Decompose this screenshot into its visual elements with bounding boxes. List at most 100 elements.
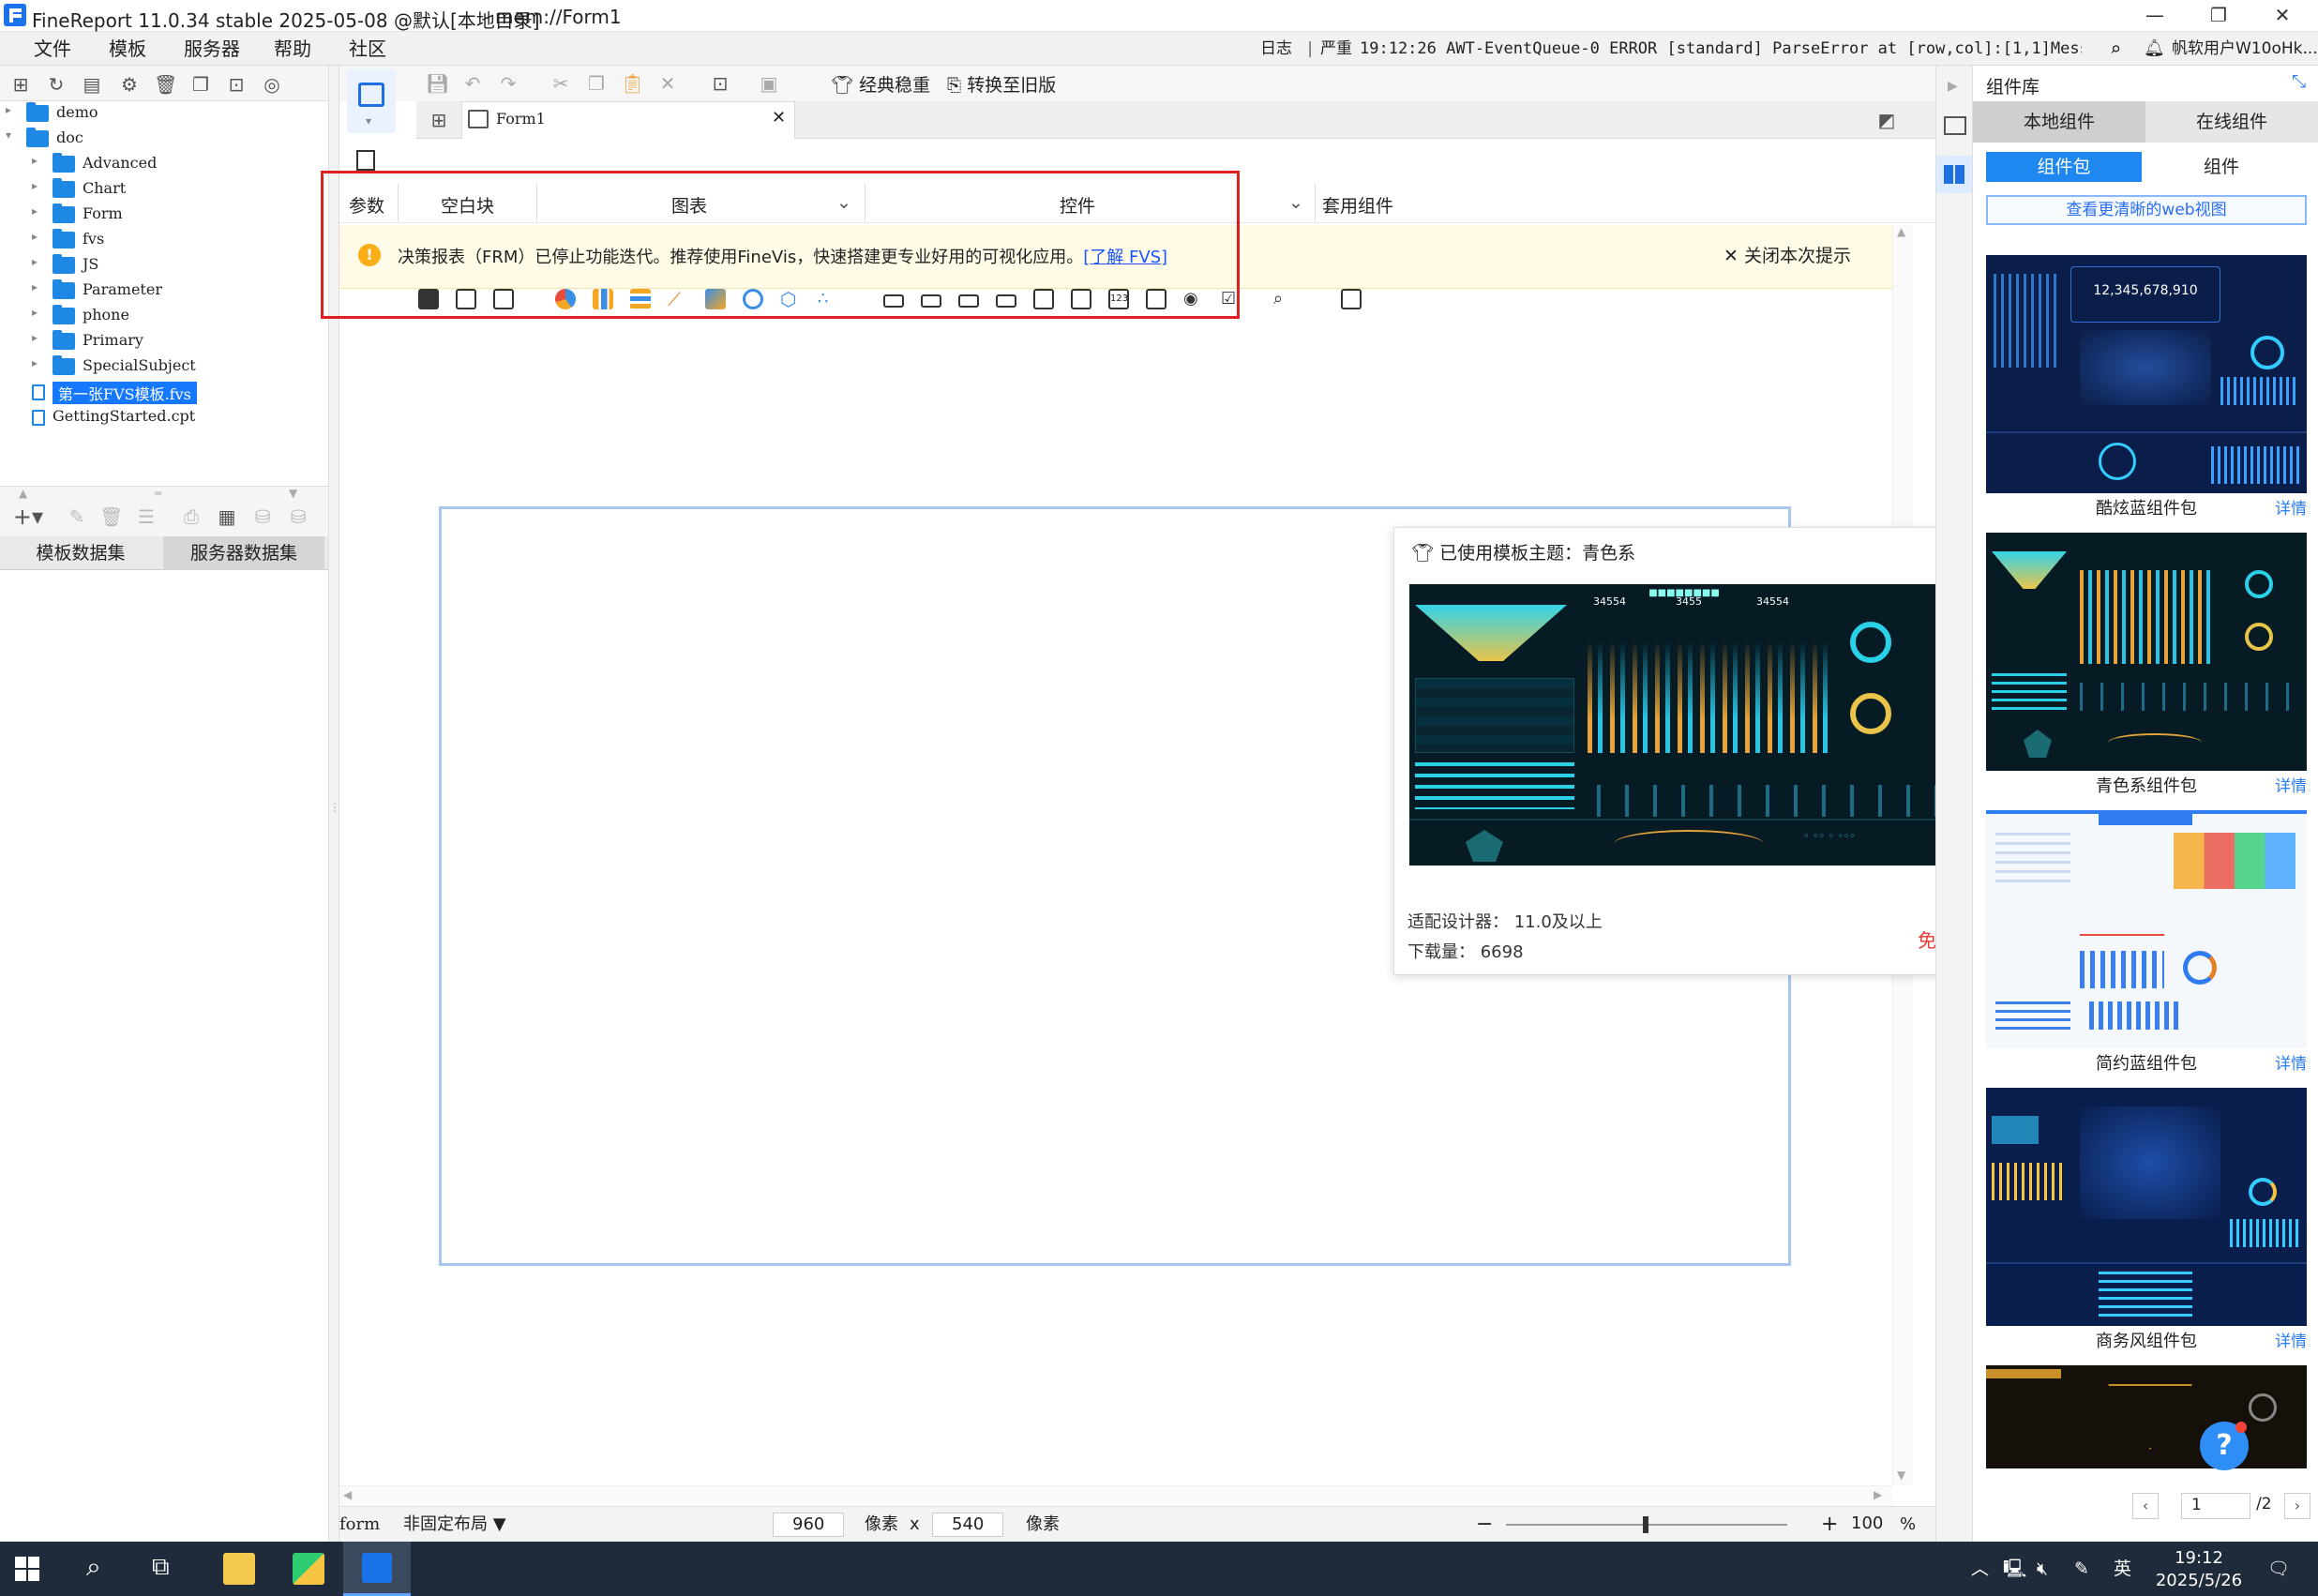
copy-tool-icon[interactable]: ❐ xyxy=(585,72,608,95)
convert-old-button[interactable]: ⎘ 转换至旧版 xyxy=(947,71,1056,97)
volume-icon[interactable]: 🔇︎ xyxy=(2037,1542,2048,1596)
tree-folder-item[interactable]: ▸ demo xyxy=(0,101,328,127)
widget-expand-icon[interactable]: ⌄ xyxy=(1288,192,1303,213)
classic-theme-button[interactable]: 👕︎ 经典稳重 xyxy=(831,71,930,97)
tab-form1[interactable]: Form1 ✕ xyxy=(461,101,795,139)
tab-menu-icon[interactable]: ◩ xyxy=(1875,109,1898,131)
menu-help[interactable]: 帮助 xyxy=(274,32,311,66)
package-thumb-gold[interactable] xyxy=(1986,1365,2307,1468)
chevron-right-icon[interactable]: ▸ xyxy=(32,154,45,167)
edit-dataset-icon[interactable]: ✎ xyxy=(66,505,88,528)
search-taskbar-icon[interactable]: ⌕ xyxy=(86,1551,101,1583)
chevron-right-icon[interactable]: ▸ xyxy=(32,280,45,294)
next-page-icon[interactable]: › xyxy=(2284,1493,2310,1519)
expand-right-icon[interactable]: ▶ xyxy=(1948,79,1958,94)
chevron-right-icon[interactable]: ▸ xyxy=(32,230,45,243)
db-connect-icon[interactable]: ⛁ xyxy=(251,505,274,528)
user-account[interactable]: 帆软用户W10oHk... xyxy=(2172,32,2318,66)
log-message[interactable]: 19:12:26 AWT-EventQueue-0 ERROR [standar… xyxy=(1360,32,2082,66)
scroll-down-icon[interactable]: ▼ xyxy=(1897,1468,1905,1482)
subtab-components[interactable]: 组件 xyxy=(2144,152,2299,182)
layout-select[interactable]: 非固定布局 ▼ xyxy=(403,1507,506,1543)
chevron-down-icon[interactable]: ▾ xyxy=(6,128,19,142)
form-layout-icon[interactable]: ▾ xyxy=(347,69,396,133)
tree-folder-item[interactable]: ▸ Primary xyxy=(0,329,328,354)
tree-folder-item[interactable]: ▸ Form xyxy=(0,203,328,228)
chevron-right-icon[interactable]: ▸ xyxy=(32,204,45,218)
locate-icon[interactable]: ◎ xyxy=(261,73,283,96)
page-input[interactable]: 1 xyxy=(2181,1493,2250,1519)
scroll-right-icon[interactable]: ▶ xyxy=(1874,1488,1882,1501)
component-library-tab[interactable] xyxy=(1936,156,1972,193)
theme-preview-image[interactable]: ■■■■■■■■ 34554 3455 34554 ◦ ◦◦ ◦ ◦◦◦ xyxy=(1409,584,1959,866)
preview-dataset-icon[interactable]: ⎙ xyxy=(180,505,203,528)
network-icon[interactable]: 🖳︎ xyxy=(2003,1542,2026,1596)
close-tab-icon[interactable]: ✕ xyxy=(772,108,786,128)
close-notice-button[interactable]: ✕ 关闭本次提示 xyxy=(1723,242,1851,267)
open-template-icon[interactable]: ▤ xyxy=(81,73,103,96)
dataset-param-icon[interactable]: ▦ xyxy=(216,505,238,528)
tab-online-components[interactable]: 在线组件 xyxy=(2145,101,2318,143)
database-icon[interactable]: ☰ xyxy=(135,505,158,528)
package-detail-cool-blue[interactable]: 详情 xyxy=(2275,495,2307,519)
param-widget-icon[interactable] xyxy=(356,150,375,171)
zoom-slider-thumb[interactable] xyxy=(1643,1516,1648,1533)
tree-folder-item[interactable]: ▸ SpecialSubject xyxy=(0,354,328,380)
pin-icon[interactable]: ⤡ xyxy=(2292,71,2306,92)
restore-icon[interactable]: ❐ xyxy=(2189,0,2249,32)
copy-icon[interactable]: ❐ xyxy=(189,73,212,96)
preview-tool-icon[interactable]: ▣ xyxy=(758,72,780,95)
prev-page-icon[interactable]: ‹ xyxy=(2132,1493,2159,1519)
close-window-icon[interactable]: ✕ xyxy=(2252,0,2312,32)
height-input[interactable]: 540 xyxy=(932,1513,1003,1537)
tray-expand-icon[interactable]: ︿ xyxy=(1971,1542,1989,1596)
save-icon[interactable]: 💾︎ xyxy=(426,72,449,95)
tree-file-item[interactable]: 第一张FVS模板.fvs xyxy=(0,380,328,405)
scroll-up-icon[interactable]: ▲ xyxy=(1897,225,1905,238)
zoom-input[interactable]: 100 xyxy=(1844,1513,1894,1537)
notification-center-icon[interactable]: 🗨︎ xyxy=(2267,1542,2290,1596)
undo-icon[interactable]: ↶ xyxy=(461,72,484,95)
chevron-right-icon[interactable]: ▸ xyxy=(32,331,45,344)
redo-icon[interactable]: ↷ xyxy=(497,72,519,95)
template-settings-icon[interactable]: ⚙ xyxy=(118,73,141,96)
windows-start-icon[interactable] xyxy=(15,1557,39,1581)
add-dataset-icon[interactable]: +▾ xyxy=(11,505,45,528)
pen-icon[interactable]: ✎ xyxy=(2074,1542,2089,1596)
delete-tool-icon[interactable]: ✕ xyxy=(656,72,679,95)
scroll-left-icon[interactable]: ◀ xyxy=(343,1488,352,1501)
zoom-in-icon[interactable]: + xyxy=(1821,1507,1838,1543)
db-refresh-icon[interactable]: ⛁ xyxy=(287,505,309,528)
tree-folder-item[interactable]: ▸ Advanced xyxy=(0,152,328,177)
category-apply[interactable]: 套用组件 xyxy=(1322,192,1393,218)
delete-dataset-icon[interactable]: 🗑︎ xyxy=(99,505,123,528)
log-button[interactable]: 日志 xyxy=(1260,32,1292,66)
cut-icon[interactable]: ✂ xyxy=(549,72,572,95)
collapse-down-icon[interactable]: ▼ xyxy=(289,487,297,500)
tree-folder-item[interactable]: ▸ phone xyxy=(0,304,328,329)
menu-server[interactable]: 服务器 xyxy=(184,32,240,66)
zoom-out-icon[interactable]: − xyxy=(1476,1507,1493,1543)
delete-icon[interactable]: 🗑︎ xyxy=(154,73,177,96)
tree-folder-item[interactable]: ▸ JS xyxy=(0,253,328,279)
package-card-cyan[interactable]: 青色系组件包 详情 xyxy=(1986,533,2307,805)
tree-folder-item[interactable]: ▸ Parameter xyxy=(0,279,328,304)
tree-folder-item[interactable]: ▸ fvs xyxy=(0,228,328,253)
chevron-right-icon[interactable]: ▸ xyxy=(32,255,45,268)
tab-local-components[interactable]: 本地组件 xyxy=(1973,101,2145,143)
tree-folder-item[interactable]: ▾ doc xyxy=(0,127,328,152)
chevron-right-icon[interactable]: ▸ xyxy=(32,356,45,369)
menu-file[interactable]: 文件 xyxy=(34,32,71,66)
package-card-simple-blue[interactable]: 简约蓝组件包 详情 xyxy=(1986,810,2307,1082)
splitter-handle[interactable]: ═ xyxy=(155,487,161,500)
chevron-right-icon[interactable]: ▸ xyxy=(32,306,45,319)
search-icon[interactable]: ⌕ xyxy=(2110,32,2121,66)
package-card-business[interactable]: 商务风组件包 详情 xyxy=(1986,1088,2307,1360)
ime-indicator[interactable]: 英 xyxy=(2114,1542,2131,1596)
text-tool-icon[interactable]: ⊡ xyxy=(709,72,731,95)
taskbar-clock[interactable]: 19:12 2025/5/26 xyxy=(2147,1547,2250,1592)
menu-community[interactable]: 社区 xyxy=(349,32,386,66)
tree-folder-item[interactable]: ▸ Chart xyxy=(0,177,328,203)
apply-component-icon[interactable] xyxy=(1341,289,1362,309)
new-folder-icon[interactable]: ⊞ xyxy=(9,73,32,96)
